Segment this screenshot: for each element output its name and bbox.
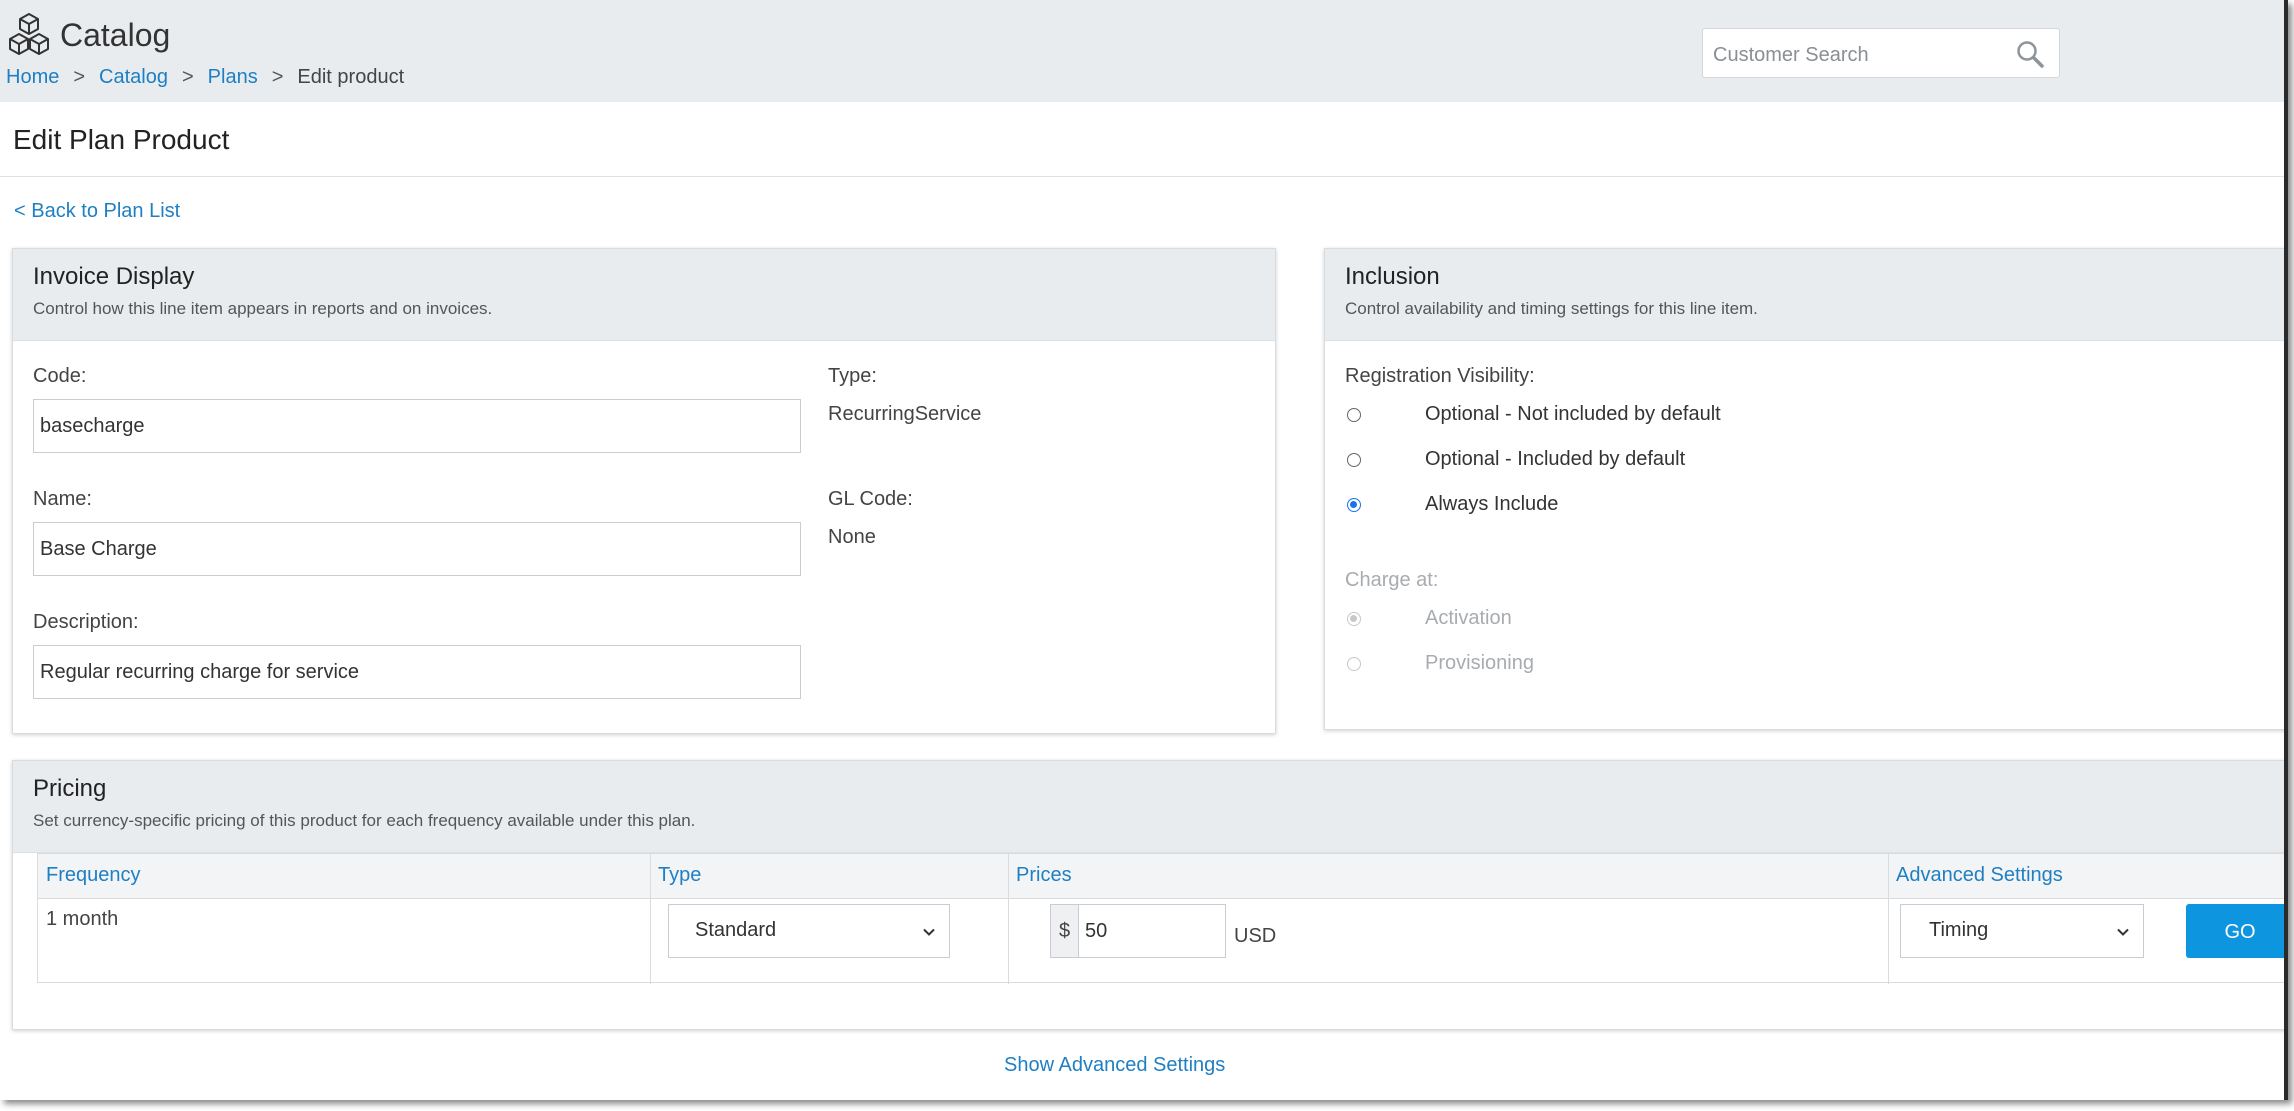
description-label: Description:	[33, 611, 139, 633]
go-button[interactable]: GO	[2186, 904, 2288, 958]
column-header-advanced-settings[interactable]: Advanced Settings	[1896, 864, 2063, 887]
gl-code-label: GL Code:	[828, 488, 913, 510]
radio-label[interactable]: Optional - Included by default	[1425, 448, 1685, 471]
radio-optional-not-included[interactable]: Optional - Not included by default	[1347, 403, 1721, 426]
name-label: Name:	[33, 488, 92, 510]
radio-button	[1347, 611, 1361, 626]
inclusion-header: Inclusion Control availability and timin…	[1325, 249, 2287, 341]
page-title: Edit Plan Product	[13, 124, 230, 155]
pricing-table: Frequency Type Prices Advanced Settings …	[37, 853, 2288, 984]
breadcrumb-separator: >	[181, 66, 194, 88]
invoice-display-panel: Invoice Display Control how this line it…	[12, 248, 1276, 734]
radio-button	[1347, 656, 1361, 671]
price-input-group: $	[1050, 904, 1226, 958]
customer-search-input[interactable]	[1711, 39, 2005, 71]
name-input[interactable]	[33, 522, 801, 576]
frequency-cell: 1 month	[46, 908, 119, 930]
column-divider	[1008, 854, 1009, 984]
invoice-display-header: Invoice Display Control how this line it…	[13, 249, 1275, 341]
advanced-settings-select[interactable]: Timing	[1900, 904, 2144, 958]
advanced-settings-select-value: Timing	[1929, 919, 1989, 941]
app-title: Catalog	[60, 16, 171, 53]
pricing-subtitle: Set currency-specific pricing of this pr…	[33, 811, 696, 830]
column-header-type[interactable]: Type	[658, 864, 701, 887]
pricing-title: Pricing	[33, 775, 107, 802]
price-input[interactable]	[1078, 904, 1226, 958]
type-select-value: Standard	[695, 919, 777, 941]
radio-button[interactable]	[1347, 407, 1361, 422]
radio-optional-included[interactable]: Optional - Included by default	[1347, 448, 1685, 471]
breadcrumb-plans[interactable]: Plans	[208, 66, 258, 89]
breadcrumb-separator: >	[271, 66, 284, 88]
search-icon[interactable]	[2015, 39, 2045, 69]
radio-label: Provisioning	[1425, 652, 1534, 674]
radio-button[interactable]	[1347, 452, 1361, 467]
gl-code-value: None	[828, 526, 876, 548]
breadcrumb-catalog[interactable]: Catalog	[99, 66, 168, 89]
page: Catalog Home > Catalog > Plans > Edit pr…	[0, 0, 2288, 1100]
column-header-frequency[interactable]: Frequency	[46, 864, 141, 887]
show-advanced-settings-link[interactable]: Show Advanced Settings	[1004, 1054, 1225, 1077]
type-value: RecurringService	[828, 403, 982, 425]
charge-at-label: Charge at:	[1345, 569, 1439, 591]
pricing-table-header: Frequency Type Prices Advanced Settings	[38, 854, 2288, 899]
breadcrumb-home[interactable]: Home	[6, 66, 59, 89]
radio-activation: Activation	[1347, 607, 1512, 630]
column-header-prices[interactable]: Prices	[1016, 864, 1072, 887]
code-input[interactable]	[33, 399, 801, 453]
column-divider	[1888, 854, 1889, 984]
breadcrumb: Home > Catalog > Plans > Edit product	[6, 66, 404, 89]
currency-symbol: $	[1050, 904, 1078, 958]
page-title-bar: Edit Plan Product	[0, 102, 2288, 177]
radio-always-include[interactable]: Always Include	[1347, 493, 1558, 516]
back-to-plan-list-link[interactable]: < Back to Plan List	[14, 200, 180, 223]
code-label: Code:	[33, 365, 87, 387]
radio-label: Activation	[1425, 607, 1512, 629]
chevron-down-icon	[2117, 928, 2129, 936]
breadcrumb-current: Edit product	[297, 66, 405, 88]
top-header: Catalog Home > Catalog > Plans > Edit pr…	[0, 0, 2288, 103]
inclusion-subtitle: Control availability and timing settings…	[1345, 299, 1758, 318]
radio-label[interactable]: Always Include	[1425, 493, 1558, 516]
registration-visibility-label: Registration Visibility:	[1345, 365, 1535, 387]
inclusion-panel: Inclusion Control availability and timin…	[1324, 248, 2288, 730]
type-label: Type:	[828, 365, 877, 387]
invoice-display-title: Invoice Display	[33, 263, 195, 290]
type-select[interactable]: Standard	[668, 904, 950, 958]
customer-search	[1702, 28, 2060, 78]
pricing-header: Pricing Set currency-specific pricing of…	[13, 761, 2288, 853]
cubes-logo-icon	[9, 13, 49, 55]
breadcrumb-separator: >	[73, 66, 86, 88]
invoice-display-subtitle: Control how this line item appears in re…	[33, 299, 493, 318]
brand[interactable]: Catalog	[6, 12, 170, 58]
radio-label[interactable]: Optional - Not included by default	[1425, 403, 1721, 426]
radio-button[interactable]	[1347, 497, 1361, 512]
inclusion-title: Inclusion	[1345, 263, 1440, 290]
column-divider	[650, 854, 651, 984]
chevron-down-icon	[923, 928, 935, 936]
description-input[interactable]	[33, 645, 801, 699]
pricing-panel: Pricing Set currency-specific pricing of…	[12, 760, 2288, 1030]
scrollbar-edge	[2284, 0, 2288, 1100]
radio-provisioning: Provisioning	[1347, 652, 1534, 675]
currency-code: USD	[1234, 925, 1277, 947]
